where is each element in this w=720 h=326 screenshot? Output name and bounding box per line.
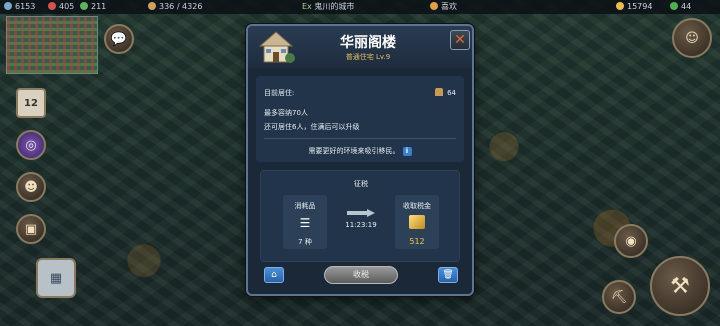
trash-icon: 🗑 bbox=[442, 270, 454, 280]
info-icon[interactable]: i bbox=[402, 147, 412, 156]
consumables-card[interactable]: 消耗品 ☰ 7 种 bbox=[283, 195, 327, 249]
hint-text: 需要更好的环境来吸引移民。 bbox=[308, 147, 400, 155]
dialog-title: 华丽阁楼 bbox=[340, 35, 396, 51]
resource-icon bbox=[4, 2, 12, 10]
stat-1: 6153 bbox=[4, 0, 35, 14]
hammer-icon: ⚒ bbox=[670, 273, 690, 299]
close-icon: ✕ bbox=[454, 32, 466, 48]
map-icon: ▦ bbox=[49, 270, 63, 286]
tax-title: 征税 bbox=[354, 180, 368, 188]
map-button[interactable]: ▦ bbox=[36, 258, 76, 298]
dialog-subtitle: 普通住宅 Lv.9 bbox=[345, 53, 391, 61]
calendar-button[interactable]: 12 bbox=[16, 88, 46, 118]
dialog-header: 华丽阁楼 普通住宅 Lv.9 ✕ bbox=[248, 26, 472, 68]
collect-tax-value: 512 bbox=[409, 237, 425, 246]
shovel-icon: ⛏ bbox=[610, 289, 628, 305]
divider bbox=[264, 138, 456, 139]
stat-2: 405 bbox=[48, 0, 74, 14]
person-icon bbox=[148, 2, 156, 10]
smile-icon bbox=[430, 2, 438, 10]
close-button[interactable]: ✕ bbox=[450, 30, 470, 50]
minimap[interactable] bbox=[6, 16, 98, 74]
tax-timer: 11:23:19 bbox=[345, 221, 377, 229]
current-residents-value: 64 bbox=[447, 89, 456, 97]
resident-icon bbox=[435, 88, 444, 96]
consumables-label: 消耗品 bbox=[294, 202, 316, 210]
heart-icon bbox=[48, 2, 56, 10]
remaining-capacity: 还可居住6人，住满后可以升级 bbox=[264, 123, 360, 131]
consumables-value: 7 种 bbox=[298, 238, 312, 246]
chest-icon: ▣ bbox=[24, 221, 38, 237]
tax-panel: 征税 消耗品 ☰ 7 种 11:23:19 收取税金 512 bbox=[260, 170, 460, 262]
advisor-icon: ☺ bbox=[685, 30, 699, 46]
list-icon: ☰ bbox=[299, 216, 311, 230]
collect-tax-button[interactable]: 收税 bbox=[324, 266, 398, 284]
mood-stat: 喜欢 bbox=[430, 0, 457, 14]
calendar-icon: 12 bbox=[24, 97, 38, 109]
gold-ingot-icon bbox=[409, 215, 425, 229]
gem-icon bbox=[670, 2, 678, 10]
swirl-icon: ◎ bbox=[25, 137, 37, 153]
shop-button[interactable]: ▣ bbox=[16, 214, 46, 244]
arrow-right-icon bbox=[347, 209, 375, 217]
gem-stat[interactable]: 44 bbox=[670, 0, 691, 14]
residence-info: 目前居住: 64 最多容纳70人 还可居住6人，住满后可以升级 需要更好的环境来… bbox=[256, 76, 464, 162]
collect-tax-label: 收取税金 bbox=[403, 202, 431, 210]
demolish-button[interactable]: 🗑 bbox=[438, 267, 458, 283]
leaf-icon bbox=[80, 2, 88, 10]
shovel-button[interactable]: ⛏ bbox=[602, 280, 636, 314]
advisor-button[interactable]: ☺ bbox=[672, 18, 712, 58]
character-icon: ☻ bbox=[24, 179, 38, 195]
build-button[interactable]: ⚒ bbox=[650, 256, 710, 316]
upgrade-icon: ⌂ bbox=[271, 270, 277, 280]
upgrade-button[interactable]: ⌂ bbox=[264, 267, 284, 283]
top-status-bar: 6153 405 211 336 / 4326 Ex 鬼川的城市 喜欢 1579… bbox=[0, 0, 720, 14]
gold-stat: 15794 bbox=[616, 0, 652, 14]
stat-3: 211 bbox=[80, 0, 106, 14]
environment-hint: 需要更好的环境来吸引移民。 i bbox=[256, 146, 464, 156]
chat-icon: 💬 bbox=[110, 31, 128, 47]
coin-icon bbox=[616, 2, 624, 10]
event-button[interactable]: ◎ bbox=[16, 130, 46, 160]
city-name[interactable]: Ex 鬼川的城市 bbox=[302, 0, 354, 14]
population-stat: 336 / 4326 bbox=[148, 0, 202, 14]
building-info-dialog: 华丽阁楼 普通住宅 Lv.9 ✕ 目前居住: 64 最多容纳70人 还可居住6人… bbox=[246, 24, 474, 296]
chat-button[interactable]: 💬 bbox=[104, 24, 134, 54]
max-capacity: 最多容纳70人 bbox=[264, 109, 308, 117]
collect-tax-card: 收取税金 512 bbox=[395, 195, 439, 249]
character-button[interactable]: ☻ bbox=[16, 172, 46, 202]
globe-icon: ◉ bbox=[625, 233, 637, 249]
house-icon bbox=[258, 31, 295, 63]
globe-button[interactable]: ◉ bbox=[614, 224, 648, 258]
current-residents: 64 bbox=[435, 88, 456, 97]
current-residents-label: 目前居住: bbox=[264, 89, 295, 97]
